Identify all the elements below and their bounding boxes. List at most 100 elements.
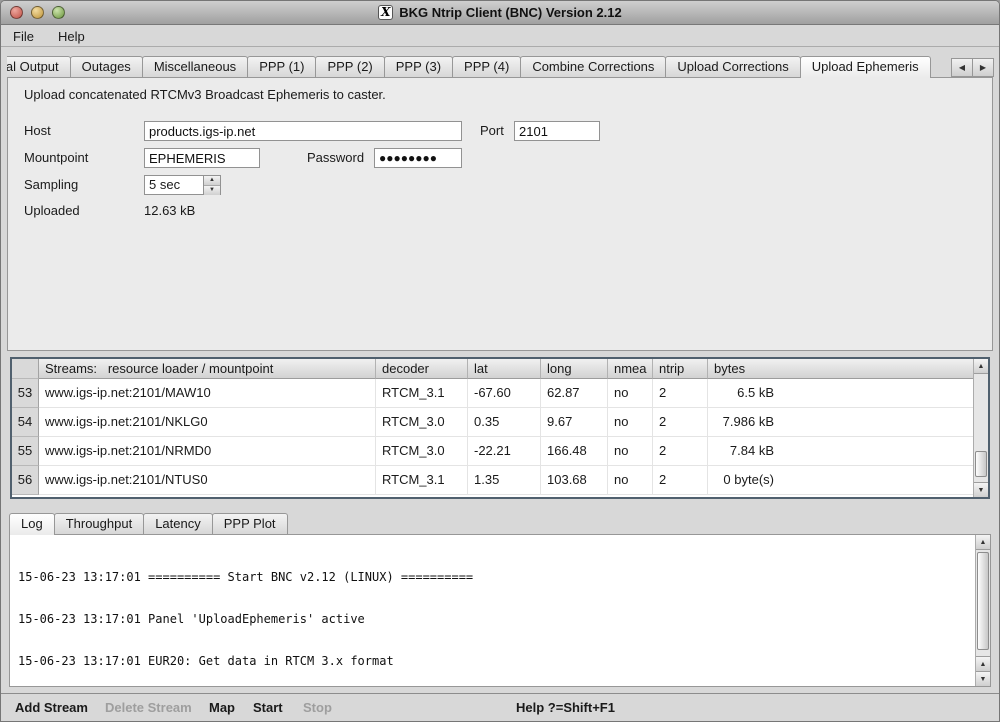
log-line: 15-06-23 13:17:01 EUR20: Get data in RTC… xyxy=(18,654,970,668)
port-input[interactable] xyxy=(514,121,600,141)
header-nmea[interactable]: nmea xyxy=(608,359,653,379)
tab-scroll-buttons: ◀ ▶ xyxy=(952,58,994,77)
tab-scroll-right-icon[interactable]: ▶ xyxy=(972,58,994,77)
host-input[interactable] xyxy=(144,121,462,141)
table-row[interactable]: 55 www.igs-ip.net:2101/NRMD0 RTCM_3.0 -2… xyxy=(12,437,988,466)
log-line: 15-06-23 13:17:01 ========== Start BNC v… xyxy=(18,570,970,584)
cell-nmea: no xyxy=(608,408,653,437)
cell-ntrip: 2 xyxy=(653,437,708,466)
header-decoder[interactable]: decoder xyxy=(376,359,468,379)
window-title: BKG Ntrip Client (BNC) Version 2.12 xyxy=(399,5,621,20)
streams-table: Streams: resource loader / mountpoint de… xyxy=(10,357,990,499)
tab-ppp-2[interactable]: PPP (2) xyxy=(315,56,384,77)
scrollbar-thumb[interactable] xyxy=(975,451,987,477)
sampling-spin-buttons: ▲ ▼ xyxy=(204,175,221,195)
menu-help[interactable]: Help xyxy=(56,29,87,44)
port-label: Port xyxy=(480,121,504,141)
cell-lat: -22.21 xyxy=(468,437,541,466)
tab-upload-corrections[interactable]: Upload Corrections xyxy=(665,56,800,77)
delete-stream-button: Delete Stream xyxy=(105,694,192,722)
tab-log[interactable]: Log xyxy=(9,513,55,535)
streams-table-header: Streams: resource loader / mountpoint de… xyxy=(12,359,988,379)
cell-lat: -67.60 xyxy=(468,379,541,408)
tab-scroll-left-icon[interactable]: ◀ xyxy=(951,58,973,77)
tab-ppp-1[interactable]: PPP (1) xyxy=(247,56,316,77)
cell-ntrip: 2 xyxy=(653,466,708,495)
sampling-value[interactable]: 5 sec xyxy=(144,175,204,195)
bnc-window: X BKG Ntrip Client (BNC) Version 2.12 Fi… xyxy=(0,0,1000,722)
header-bytes[interactable]: bytes xyxy=(708,359,988,379)
add-stream-button[interactable]: Add Stream xyxy=(15,694,88,722)
table-row[interactable]: 54 www.igs-ip.net:2101/NKLG0 RTCM_3.0 0.… xyxy=(12,408,988,437)
upload-ephemeris-panel: Upload concatenated RTCMv3 Broadcast Eph… xyxy=(7,77,993,351)
bottom-tabbar: Log Throughput Latency PPP Plot xyxy=(9,513,287,535)
spin-down-icon[interactable]: ▼ xyxy=(204,186,220,195)
cell-mountpoint: www.igs-ip.net:2101/MAW10 xyxy=(39,379,376,408)
start-button[interactable]: Start xyxy=(253,694,283,722)
action-toolbar: Add Stream Delete Stream Map Start Stop … xyxy=(1,693,999,722)
tab-ppp-plot[interactable]: PPP Plot xyxy=(212,513,288,534)
tab-ppp-3[interactable]: PPP (3) xyxy=(384,56,453,77)
scroll-down-icon[interactable]: ▼ xyxy=(976,671,990,686)
tab-latency[interactable]: Latency xyxy=(143,513,213,534)
map-button[interactable]: Map xyxy=(209,694,235,722)
cell-decoder: RTCM_3.1 xyxy=(376,466,468,495)
cell-mountpoint: www.igs-ip.net:2101/NTUS0 xyxy=(39,466,376,495)
cell-bytes: 0 byte(s) xyxy=(708,466,988,495)
mountpoint-input[interactable] xyxy=(144,148,260,168)
table-row[interactable]: 56 www.igs-ip.net:2101/NTUS0 RTCM_3.1 1.… xyxy=(12,466,988,495)
spin-up-icon[interactable]: ▲ xyxy=(204,176,220,186)
uploaded-value: 12.63 kB xyxy=(144,201,195,221)
window-title-group: X BKG Ntrip Client (BNC) Version 2.12 xyxy=(378,5,621,20)
row-number: 54 xyxy=(12,408,39,437)
scrollbar-thumb[interactable] xyxy=(977,552,989,650)
cell-long: 103.68 xyxy=(541,466,608,495)
scroll-up-icon[interactable]: ▲ xyxy=(974,359,988,374)
minimize-button[interactable] xyxy=(31,6,44,19)
cell-nmea: no xyxy=(608,379,653,408)
streams-scrollbar[interactable]: ▲ ▼ xyxy=(973,359,988,497)
table-row[interactable]: 53 www.igs-ip.net:2101/MAW10 RTCM_3.1 -6… xyxy=(12,379,988,408)
close-button[interactable] xyxy=(10,6,23,19)
window-controls xyxy=(10,1,65,24)
tab-combine-corrections[interactable]: Combine Corrections xyxy=(520,56,666,77)
cell-decoder: RTCM_3.1 xyxy=(376,379,468,408)
bytes-value: 0 byte(s) xyxy=(714,466,774,494)
scroll-down-icon[interactable]: ▼ xyxy=(974,482,988,497)
menubar: File Help xyxy=(1,26,999,47)
row-number: 53 xyxy=(12,379,39,408)
tab-outages[interactable]: Outages xyxy=(70,56,143,77)
tab-serial-output[interactable]: ial Output xyxy=(7,56,71,77)
mountpoint-label: Mountpoint xyxy=(24,148,88,168)
header-ntrip[interactable]: ntrip xyxy=(653,359,708,379)
sampling-spinbox[interactable]: 5 sec ▲ ▼ xyxy=(144,175,221,195)
password-label: Password xyxy=(307,148,364,168)
password-input[interactable] xyxy=(374,148,462,168)
scroll-up-icon[interactable]: ▲ xyxy=(976,656,990,671)
cell-nmea: no xyxy=(608,437,653,466)
tab-upload-ephemeris[interactable]: Upload Ephemeris xyxy=(800,56,931,78)
log-pane: 15-06-23 13:17:01 ========== Start BNC v… xyxy=(9,534,991,687)
cell-bytes: 7.986 kB xyxy=(708,408,988,437)
bytes-value: 6.5 kB xyxy=(714,379,774,407)
cell-ntrip: 2 xyxy=(653,408,708,437)
help-shortcut-text: Help ?=Shift+F1 xyxy=(516,694,615,722)
zoom-button[interactable] xyxy=(52,6,65,19)
log-line: 15-06-23 13:17:01 Panel 'UploadEphemeris… xyxy=(18,612,970,626)
tab-miscellaneous[interactable]: Miscellaneous xyxy=(142,56,248,77)
scroll-up-icon[interactable]: ▲ xyxy=(976,535,990,550)
header-mountpoint[interactable]: Streams: resource loader / mountpoint xyxy=(39,359,376,379)
menu-file[interactable]: File xyxy=(11,29,36,44)
log-output: 15-06-23 13:17:01 ========== Start BNC v… xyxy=(18,542,970,684)
log-scrollbar[interactable]: ▲ ▲ ▼ xyxy=(975,535,990,686)
cell-decoder: RTCM_3.0 xyxy=(376,408,468,437)
cell-ntrip: 2 xyxy=(653,379,708,408)
header-lat[interactable]: lat xyxy=(468,359,541,379)
cell-long: 9.67 xyxy=(541,408,608,437)
header-long[interactable]: long xyxy=(541,359,608,379)
tab-ppp-4[interactable]: PPP (4) xyxy=(452,56,521,77)
row-number: 55 xyxy=(12,437,39,466)
host-label: Host xyxy=(24,121,51,141)
cell-mountpoint: www.igs-ip.net:2101/NKLG0 xyxy=(39,408,376,437)
tab-throughput[interactable]: Throughput xyxy=(54,513,145,534)
